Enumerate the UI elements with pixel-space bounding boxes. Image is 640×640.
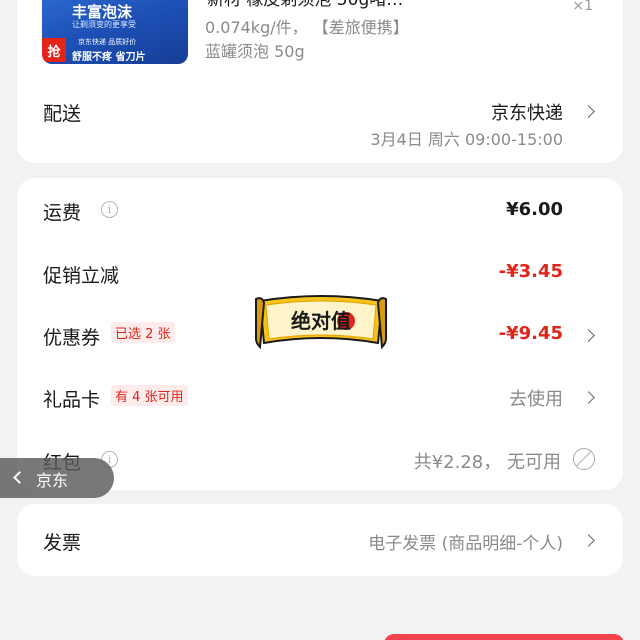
coupon-selected-tag: 已选 2 张	[111, 322, 175, 343]
coupon-value[interactable]: -¥9.45	[499, 323, 563, 344]
product-variant: 蓝罐须泡 50g	[205, 42, 305, 61]
shipping-value: ¥6.00	[506, 199, 563, 220]
product-spec: 0.074kg/件， 【差旅便携】	[205, 18, 409, 37]
coupon-label: 优惠券	[43, 327, 101, 349]
shipping-label: 运费	[43, 202, 82, 224]
badge-text: 绝对值	[291, 309, 351, 333]
chevron-left-icon	[13, 471, 26, 484]
giftcard-label: 礼品卡	[43, 389, 101, 411]
shipping-info-icon[interactable]: i	[101, 201, 118, 218]
redpacket-value: 共¥2.28， 无可用	[413, 452, 561, 473]
product-quantity: ×1	[572, 0, 593, 14]
invoice-card[interactable]: 发票 电子发票 (商品明细-个人)	[17, 504, 623, 576]
best-value-scroll-badge[interactable]: 绝对值	[254, 293, 388, 351]
product-card: 丰富泡沫 让剃须变的更享受 抢 京东快递 品质好价 舒服不疼 省刀片 新材 橡皮…	[17, 0, 623, 163]
thumbnail-subline: 让剃须变的更享受	[72, 20, 136, 29]
unavailable-icon	[573, 448, 595, 470]
invoice-label: 发票	[43, 532, 82, 554]
giftcard-available-tag: 有 4 张可用	[111, 385, 188, 406]
back-label: 京东	[36, 471, 69, 490]
invoice-value[interactable]: 电子发票 (商品明细-个人)	[368, 529, 563, 554]
thumbnail-grab-badge: 抢	[42, 38, 66, 62]
promo-label: 促销立减	[43, 265, 120, 287]
thumbnail-promo-line: 京东快递 品质好价	[78, 38, 137, 46]
delivery-chevron-icon[interactable]	[582, 105, 595, 118]
product-title[interactable]: 新材 橡皮剃须泡 50g啫…	[207, 0, 403, 12]
thumbnail-slogan: 舒服不疼 省刀片	[72, 52, 146, 63]
giftcard-use-link[interactable]: 去使用	[509, 385, 563, 411]
delivery-label: 配送	[43, 103, 82, 125]
back-to-jd-button[interactable]: 京东	[0, 458, 114, 498]
delivery-time: 3月4日 周六 09:00-15:00	[370, 130, 563, 149]
submit-order-button[interactable]	[384, 634, 624, 640]
giftcard-chevron-icon[interactable]	[582, 391, 595, 404]
promo-value: -¥3.45	[498, 261, 563, 282]
invoice-chevron-icon[interactable]	[582, 534, 595, 547]
delivery-carrier[interactable]: 京东快递	[491, 99, 563, 125]
coupon-chevron-icon[interactable]	[582, 329, 595, 342]
product-thumbnail[interactable]: 丰富泡沫 让剃须变的更享受 抢 京东快递 品质好价 舒服不疼 省刀片	[42, 0, 188, 64]
